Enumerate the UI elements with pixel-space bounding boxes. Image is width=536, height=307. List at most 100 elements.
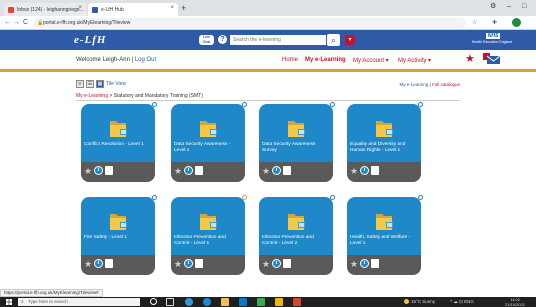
course-tile[interactable]: Health, Safety and Welfare - Level 1 ★ i — [347, 195, 423, 275]
profile-avatar[interactable] — [512, 18, 521, 27]
course-title[interactable]: Conflict Resolution - Level 1 — [84, 142, 152, 148]
search-icon: ⌕ — [21, 299, 24, 305]
info-icon[interactable]: i — [272, 259, 281, 268]
course-tile-header[interactable]: Conflict Resolution - Level 1 — [81, 104, 155, 162]
detail-view-icon[interactable]: ☰ — [86, 80, 94, 88]
close-tab-icon[interactable]: × — [78, 5, 82, 11]
favourite-star-icon[interactable]: ★ — [350, 259, 358, 269]
course-title[interactable]: Infection Prevention and Control - Level… — [262, 235, 330, 247]
certificate-icon[interactable] — [283, 259, 291, 268]
nav-my-elearning[interactable]: My e-Learning — [305, 57, 346, 63]
course-tile-actions: ★ i — [171, 255, 245, 275]
favourite-star-icon[interactable]: ★ — [262, 259, 270, 269]
chevron-down-icon[interactable]: ▾ — [345, 35, 355, 45]
course-tile[interactable]: Conflict Resolution - Level 1 ★ i — [81, 102, 157, 182]
course-title[interactable]: Fire Safety - Level 1 — [84, 235, 152, 241]
course-tile[interactable]: Data Security Awareness Survey ★ i — [259, 102, 335, 182]
cortana-icon[interactable] — [150, 298, 157, 305]
close-tab-icon[interactable]: × — [170, 5, 174, 11]
live-chat-button[interactable]: Live Chat — [199, 35, 214, 45]
search-icon[interactable]: ⌕ — [327, 34, 340, 46]
course-tile-header[interactable]: Data Security Awareness - Level 1 — [171, 104, 245, 162]
tab-elfh[interactable]: e-LfH Hub × — [88, 3, 178, 16]
tile-view-icon[interactable]: ▦ — [96, 80, 104, 88]
minimize-button[interactable]: – — [507, 3, 511, 11]
info-icon[interactable]: i — [184, 259, 193, 268]
course-tile-header[interactable]: Infection Prevention and Control - Level… — [171, 197, 245, 255]
course-tile-header[interactable]: Data Security Awareness Survey — [259, 104, 333, 162]
certificate-icon[interactable] — [371, 166, 379, 175]
settings-icon[interactable]: ⚙ — [490, 3, 496, 11]
tile-view-label[interactable]: Tile View — [106, 81, 126, 87]
messages-icon[interactable] — [483, 53, 501, 65]
course-tile[interactable]: Data Security Awareness - Level 1 ★ i — [171, 102, 247, 182]
favourite-star-icon[interactable]: ★ — [262, 166, 270, 176]
new-tab-button[interactable]: + — [181, 3, 186, 13]
course-title[interactable]: Infection Prevention and Control - Level… — [174, 235, 242, 247]
certificate-icon[interactable] — [195, 259, 203, 268]
info-icon[interactable]: i — [272, 166, 281, 175]
favourite-star-icon[interactable]: ★ — [84, 166, 92, 176]
favourite-star-icon[interactable]: ★ — [174, 166, 182, 176]
info-icon[interactable]: i — [94, 166, 103, 175]
nav-my-account[interactable]: My Account ▾ — [353, 57, 389, 64]
info-icon[interactable]: i — [184, 166, 193, 175]
forward-button[interactable]: → — [13, 18, 20, 27]
windows-start-icon[interactable] — [6, 299, 12, 305]
course-tile-header[interactable]: Fire Safety - Level 1 — [81, 197, 155, 255]
course-tile-header[interactable]: Equality and Diversity and Human Rights … — [347, 104, 421, 162]
taskbar-search-placeholder: Type here to search — [28, 299, 68, 304]
breadcrumb-root[interactable]: My e-Learning — [76, 93, 108, 99]
help-icon[interactable]: ? — [218, 35, 227, 44]
list-view-icon[interactable]: ≡ — [76, 80, 84, 88]
chrome-icon[interactable] — [203, 298, 211, 306]
url-field[interactable]: 🔒 portal.e-lfh.org.uk/MyElearning/Tilevi… — [34, 18, 466, 28]
course-title[interactable]: Health, Safety and Welfare - Level 1 — [350, 235, 418, 247]
course-tile[interactable]: Infection Prevention and Control - Level… — [171, 195, 247, 275]
course-tile[interactable]: Infection Prevention and Control - Level… — [259, 195, 335, 275]
info-icon[interactable]: i — [360, 166, 369, 175]
maximize-button[interactable]: □ — [522, 3, 526, 11]
app-icon-green[interactable] — [257, 298, 265, 306]
certificate-icon[interactable] — [105, 259, 113, 268]
store-icon[interactable] — [239, 298, 247, 306]
nav-home[interactable]: Home — [282, 57, 298, 63]
tab-inbox[interactable]: Inbox (124) - leighanngriego… × — [4, 3, 86, 16]
course-tile-header[interactable]: Health, Safety and Welfare - Level 1 — [347, 197, 421, 255]
favourite-star-icon[interactable]: ★ — [350, 166, 358, 176]
course-tile[interactable]: Fire Safety - Level 1 ★ i — [81, 195, 157, 275]
back-button[interactable]: ← — [4, 18, 11, 27]
weather-widget[interactable]: 15°C Sunny — [404, 299, 435, 305]
info-icon[interactable]: i — [360, 259, 369, 268]
system-tray[interactable]: ^ ☁ ⊡ ENG — [450, 299, 474, 305]
reload-button[interactable]: C — [23, 18, 28, 27]
favourite-star-icon[interactable]: ★ — [174, 259, 182, 269]
certificate-icon[interactable] — [371, 259, 379, 268]
course-tile-header[interactable]: Infection Prevention and Control - Level… — [259, 197, 333, 255]
app-icon-orange[interactable] — [293, 298, 301, 306]
course-title[interactable]: Data Security Awareness - Level 1 — [174, 142, 242, 154]
info-icon[interactable]: i — [94, 259, 103, 268]
my-elearning-link[interactable]: My e-Learning — [400, 82, 429, 87]
task-view-icon[interactable] — [166, 298, 174, 306]
edge-icon[interactable] — [185, 298, 193, 306]
certificate-icon[interactable] — [283, 166, 291, 175]
site-search-input[interactable] — [230, 35, 326, 45]
logout-link[interactable]: Log Out — [135, 57, 156, 63]
course-tile[interactable]: Equality and Diversity and Human Rights … — [347, 102, 423, 182]
course-title[interactable]: Data Security Awareness Survey — [262, 142, 330, 154]
bookmark-star-icon[interactable]: ☆ — [472, 19, 477, 27]
extensions-icon[interactable]: ✚ — [492, 19, 497, 27]
favourite-star-icon[interactable]: ★ — [84, 259, 92, 269]
app-icon-yellow[interactable] — [275, 298, 283, 306]
favourites-star-icon[interactable]: ★ — [465, 53, 475, 65]
certificate-icon[interactable] — [105, 166, 113, 175]
full-catalogue-link[interactable]: Full catalogue — [432, 82, 460, 87]
elfh-logo[interactable]: e-LfH — [74, 34, 106, 46]
clock[interactable]: 11:02 21/10/2021 — [505, 297, 525, 307]
taskbar-search-box[interactable]: ⌕ Type here to search — [18, 298, 140, 306]
nav-my-activity[interactable]: My Activity ▾ — [398, 57, 431, 64]
certificate-icon[interactable] — [195, 166, 203, 175]
file-explorer-icon[interactable] — [221, 298, 229, 306]
course-title[interactable]: Equality and Diversity and Human Rights … — [350, 142, 418, 154]
